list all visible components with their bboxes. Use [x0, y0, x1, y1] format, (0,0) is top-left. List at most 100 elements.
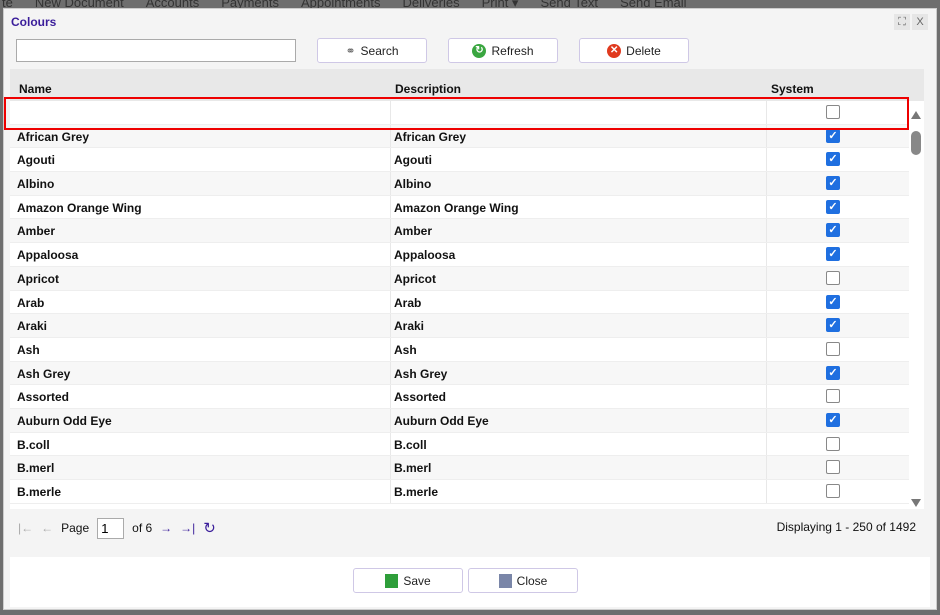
cell-description: Ash — [394, 342, 417, 357]
page-input[interactable] — [97, 517, 125, 539]
search-label: Search — [360, 43, 399, 58]
scroll-up-icon[interactable] — [911, 111, 921, 119]
system-checkbox[interactable] — [826, 389, 840, 404]
system-checkbox[interactable]: ✓ — [826, 294, 840, 309]
table-row[interactable]: Albino Albino ✓ — [10, 172, 924, 196]
column-divider — [766, 219, 767, 243]
system-checkbox[interactable]: ✓ — [826, 412, 840, 427]
cell-name: Appaloosa — [17, 248, 79, 263]
system-checkbox[interactable]: ✓ — [826, 176, 840, 191]
column-divider — [766, 337, 767, 361]
column-divider — [766, 408, 767, 432]
save-button[interactable]: Save — [353, 568, 463, 593]
table-row[interactable]: B.merl B.merl — [10, 456, 924, 480]
search-input[interactable] — [16, 39, 296, 62]
cell-name: Agouti — [17, 153, 55, 168]
close-icon[interactable]: X — [912, 14, 928, 30]
first-page-icon[interactable]: |← — [18, 521, 33, 535]
delete-icon: ✕ — [607, 43, 622, 58]
cell-description: Assorted — [394, 390, 447, 405]
page-label: Page — [61, 521, 90, 535]
column-divider — [390, 456, 391, 479]
column-header-system[interactable]: System — [771, 82, 814, 96]
column-header-description[interactable]: Description — [395, 82, 461, 96]
column-header-name[interactable]: Name — [19, 82, 52, 96]
binoculars-icon: ⚭ — [345, 43, 356, 58]
system-checkbox[interactable] — [826, 436, 840, 451]
column-divider — [390, 408, 391, 432]
scroll-down-icon[interactable] — [911, 499, 921, 507]
cell-name: Apricot — [17, 271, 59, 286]
cell-name: Auburn Odd Eye — [17, 413, 112, 428]
exit-door-icon — [498, 573, 512, 588]
column-divider — [390, 124, 391, 148]
cell-description: Agouti — [394, 153, 432, 168]
system-checkbox[interactable] — [826, 484, 840, 498]
column-divider — [390, 432, 391, 456]
vertical-scrollbar[interactable] — [909, 109, 924, 509]
colours-dialog: Colours ⛶ X ⚭ Search ↻ Refresh ✕ Delete … — [3, 8, 937, 610]
column-divider — [390, 148, 391, 172]
column-divider — [766, 361, 767, 385]
table-row[interactable]: B.merle B.merle — [10, 480, 924, 504]
cell-description: Auburn Odd Eye — [394, 413, 489, 428]
save-label: Save — [403, 573, 431, 588]
system-checkbox[interactable]: ✓ — [826, 247, 840, 262]
table-row[interactable]: Assorted Assorted — [10, 385, 924, 409]
close-button[interactable]: Close — [468, 568, 578, 593]
colours-grid: Name Description System African Grey Afr… — [10, 69, 924, 509]
system-checkbox[interactable]: ✓ — [826, 365, 840, 380]
next-page-icon[interactable]: → — [160, 521, 172, 535]
table-row[interactable]: African Grey African Grey ✓ — [10, 124, 924, 149]
last-page-icon[interactable]: →| — [180, 521, 195, 535]
column-divider — [390, 219, 391, 243]
maximize-icon[interactable]: ⛶ — [894, 14, 910, 30]
cell-description: Amazon Orange Wing — [394, 200, 519, 215]
cell-description: Appaloosa — [394, 248, 456, 263]
table-row[interactable]: Arab Arab ✓ — [10, 290, 924, 315]
table-row[interactable]: Araki Araki ✓ — [10, 314, 924, 338]
cell-description: B.coll — [394, 437, 427, 452]
delete-button[interactable]: ✕ Delete — [579, 38, 689, 63]
column-divider — [766, 456, 767, 479]
system-checkbox[interactable] — [826, 105, 840, 119]
system-checkbox[interactable]: ✓ — [826, 128, 840, 143]
column-divider — [390, 480, 391, 503]
table-row[interactable] — [10, 101, 924, 125]
cell-description: Apricot — [394, 271, 436, 286]
column-divider — [766, 172, 767, 195]
table-row[interactable]: B.coll B.coll — [10, 432, 924, 457]
cell-name: Albino — [17, 177, 55, 192]
column-divider — [390, 243, 391, 266]
column-divider — [766, 101, 767, 124]
table-row[interactable]: Amber Amber ✓ — [10, 219, 924, 244]
table-row[interactable]: Apricot Apricot — [10, 266, 924, 291]
search-button[interactable]: ⚭ Search — [317, 38, 427, 63]
table-row[interactable]: Auburn Odd Eye Auburn Odd Eye ✓ — [10, 408, 924, 433]
cell-name: Amazon Orange Wing — [17, 200, 142, 215]
column-divider — [766, 195, 767, 219]
table-row[interactable]: Agouti Agouti ✓ — [10, 148, 924, 173]
system-checkbox[interactable] — [826, 341, 840, 356]
refresh-button[interactable]: ↻ Refresh — [448, 38, 558, 63]
grid-header: Name Description System — [10, 69, 924, 101]
reload-icon[interactable]: ↻ — [203, 519, 216, 537]
scroll-thumb[interactable] — [911, 131, 921, 155]
cell-name: B.merle — [17, 485, 62, 499]
column-divider — [766, 243, 767, 266]
table-row[interactable]: Appaloosa Appaloosa ✓ — [10, 243, 924, 267]
page-count: of 6 — [132, 521, 153, 535]
previous-page-icon[interactable]: ← — [41, 521, 53, 535]
table-row[interactable]: Ash Grey Ash Grey ✓ — [10, 361, 924, 386]
table-row[interactable]: Amazon Orange Wing Amazon Orange Wing ✓ — [10, 195, 924, 220]
system-checkbox[interactable] — [826, 460, 840, 475]
table-row[interactable]: Ash Ash — [10, 337, 924, 362]
cell-name: Ash Grey — [17, 366, 71, 381]
system-checkbox[interactable] — [826, 270, 840, 285]
system-checkbox[interactable]: ✓ — [826, 199, 840, 214]
system-checkbox[interactable]: ✓ — [826, 318, 840, 333]
system-checkbox[interactable]: ✓ — [826, 152, 840, 167]
close-label: Close — [516, 573, 548, 588]
system-checkbox[interactable]: ✓ — [826, 223, 840, 238]
column-divider — [390, 101, 391, 124]
